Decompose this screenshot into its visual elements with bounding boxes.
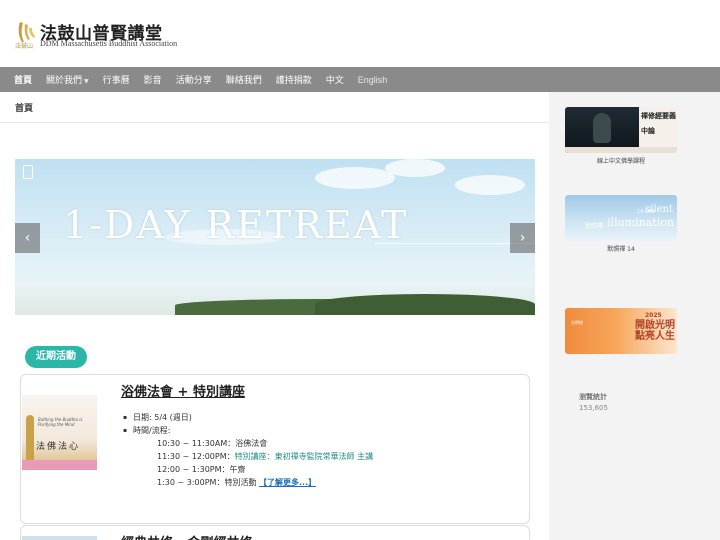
retreat-banner-caption[interactable]: 默照禪 14 bbox=[565, 244, 677, 253]
nav-item-sharing[interactable]: 活動分享 bbox=[169, 73, 219, 86]
retreat-banner-word1: silent bbox=[645, 204, 673, 215]
slider-next-button[interactable]: › bbox=[510, 223, 535, 253]
schedule-time: 10:30 ~ 11:30AM： bbox=[157, 439, 236, 448]
banner-logo-icon bbox=[23, 165, 33, 179]
retreat-banner-word2: illumination bbox=[607, 216, 674, 229]
stats-value: 153,605 bbox=[579, 404, 608, 412]
schedule-time: 1:30 ~ 3:00PM： bbox=[157, 478, 225, 487]
nav-item-calendar[interactable]: 行事曆 bbox=[96, 73, 137, 86]
logo-subtitle: 法鼓山 bbox=[15, 43, 34, 50]
course-banner-title: 禪修經要義 bbox=[641, 111, 676, 120]
nav-item-about-label: 關於我們 bbox=[46, 76, 83, 86]
event-details: 日期: 5/4 (週日) 時間/流程: 10:30 ~ 11:30AM：浴佛法會… bbox=[123, 411, 373, 489]
lantern-banner-label: 光明燈 bbox=[571, 320, 583, 325]
stats-title: 瀏覽統計 bbox=[579, 393, 607, 401]
schedule-text: 特別講座：東初禪寺監院常華法師 主講 bbox=[234, 452, 374, 461]
recent-events-badge: 近期活動 bbox=[25, 346, 87, 368]
flowers bbox=[22, 460, 97, 470]
nav-item-about[interactable]: 關於我們 ▼ bbox=[39, 73, 96, 86]
schedule-text: 特別活動 bbox=[224, 478, 257, 487]
site-subtitle: DDM Massachusetts Buddhist Association bbox=[40, 39, 178, 48]
retreat-banner-cn: 默照禪 bbox=[585, 223, 604, 230]
schedule-item: 12:00 ~ 1:30PM：午齋 bbox=[133, 463, 373, 476]
schedule-item: 10:30 ~ 11:30AM：浴佛法會 bbox=[133, 437, 373, 450]
lantern-banner-title: 開啟光明 點亮人生 bbox=[635, 320, 675, 342]
nav-item-chinese[interactable]: 中文 bbox=[319, 73, 351, 86]
slider-prev-button[interactable]: ‹ bbox=[15, 223, 40, 253]
course-banner-footer bbox=[565, 147, 677, 153]
schedule-time: 11:30 ~ 12:00PM： bbox=[157, 452, 235, 461]
divider bbox=[0, 122, 549, 123]
event-image-caption-cn: 法佛法心 bbox=[36, 442, 81, 452]
buddha-statue bbox=[593, 113, 611, 143]
nav-item-home[interactable]: 首頁 bbox=[7, 73, 39, 86]
breadcrumb[interactable]: 首頁 bbox=[15, 101, 33, 114]
chevron-right-icon: › bbox=[519, 230, 526, 246]
main-nav: 首頁 關於我們 ▼ 行事曆 影音 活動分享 聯絡我們 護持捐款 中文 Englis… bbox=[0, 67, 720, 92]
schedule-time: 12:00 ~ 1:30PM： bbox=[157, 465, 230, 474]
learn-more-link[interactable]: 【了解更多...】 bbox=[259, 478, 316, 487]
course-banner-subtitle: 中論 bbox=[641, 126, 655, 135]
lantern-banner-year: 2025 bbox=[645, 312, 662, 319]
treeline bbox=[315, 294, 535, 315]
nav-item-contact[interactable]: 聯絡我們 bbox=[219, 73, 269, 86]
site-header: 法鼓山 法鼓山普賢講堂 DDM Massachusetts Buddhist A… bbox=[0, 0, 720, 67]
nav-item-media[interactable]: 影音 bbox=[137, 73, 169, 86]
nav-item-english[interactable]: English bbox=[351, 75, 395, 85]
event-image-caption-en: Bathing the Buddha is Purifying the Mind bbox=[38, 417, 83, 427]
course-banner[interactable]: 禪修經要義 中論 bbox=[565, 107, 677, 153]
course-banner-caption[interactable]: 線上中文佛學課程 bbox=[565, 156, 677, 165]
event-title[interactable]: 經典共修 - 金剛經共修 bbox=[121, 532, 252, 540]
event-image[interactable]: Bathing the Buddha is Purifying the Mind… bbox=[22, 395, 97, 470]
cloud-shape bbox=[385, 159, 445, 177]
banner-slider[interactable]: 1-DAY RETREAT bbox=[15, 159, 535, 315]
event-time-label: 時間/流程: bbox=[123, 424, 373, 437]
event-date: 日期: 5/4 (週日) bbox=[123, 411, 373, 424]
buddha-figure bbox=[26, 415, 34, 463]
schedule-item: 11:30 ~ 12:00PM：特別講座：東初禪寺監院常華法師 主講 bbox=[133, 450, 373, 463]
event-title[interactable]: 浴佛法會 + 特別講座 bbox=[121, 381, 245, 400]
event-card[interactable]: 經典共修 - 金剛經共修 bbox=[20, 525, 530, 540]
chevron-down-icon: ▼ bbox=[84, 78, 89, 85]
schedule-item: 1:30 ~ 3:00PM：特別活動 【了解更多...】 bbox=[133, 476, 373, 489]
banner-title: 1-DAY RETREAT bbox=[63, 203, 409, 247]
nav-item-donate[interactable]: 護持捐款 bbox=[269, 73, 319, 86]
schedule-text: 浴佛法會 bbox=[235, 439, 268, 448]
cloud-shape bbox=[455, 175, 525, 195]
event-card[interactable]: Bathing the Buddha is Purifying the Mind… bbox=[20, 374, 530, 524]
event-image[interactable] bbox=[22, 536, 97, 540]
retreat-banner[interactable]: 14-DAY silent illumination 默照禪 bbox=[565, 195, 677, 241]
schedule-text: 午齋 bbox=[229, 465, 246, 474]
chevron-left-icon: ‹ bbox=[24, 230, 31, 246]
cloud-shape bbox=[315, 167, 395, 189]
lantern-banner[interactable]: 光明燈 2025 開啟光明 點亮人生 bbox=[565, 308, 677, 354]
sidebar: 禪修經要義 中論 線上中文佛學課程 14-DAY silent illumina… bbox=[549, 92, 720, 540]
